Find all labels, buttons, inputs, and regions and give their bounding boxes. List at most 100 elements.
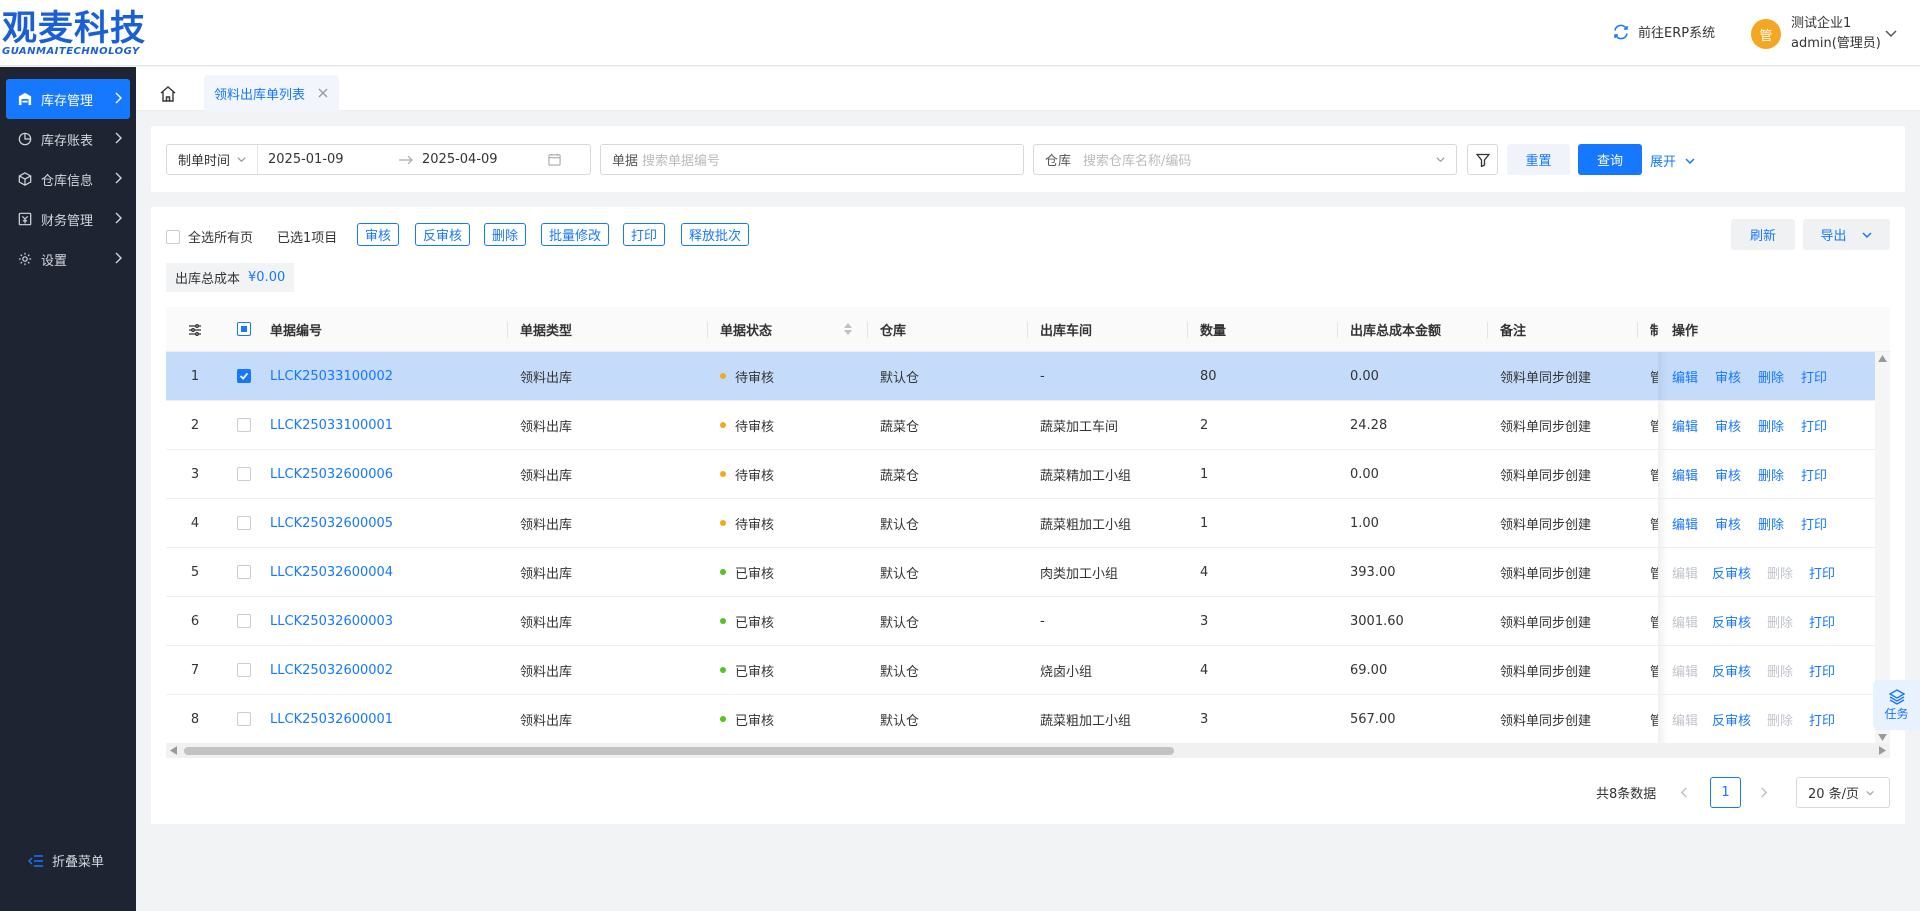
doc-number-link[interactable]: LLCK25033100002 — [270, 352, 393, 400]
batch-edit-button[interactable]: 批量修改 — [541, 223, 610, 246]
scroll-left-icon[interactable] — [170, 746, 177, 755]
column-header[interactable]: 出库车间 — [1040, 307, 1092, 351]
print-action[interactable]: 打印 — [1801, 465, 1827, 484]
table-row[interactable]: 4 LLCK25032600005 领料出库 待审核 默认仓 蔬菜粗加工小组 1… — [166, 499, 1890, 548]
column-header[interactable]: 单据类型 — [520, 307, 572, 351]
doc-number-link[interactable]: LLCK25032600006 — [270, 450, 393, 498]
go-erp-link[interactable]: 前往ERP系统 — [1612, 22, 1715, 41]
table-row[interactable]: 1 LLCK25033100002 领料出库 待审核 默认仓 - 80 0.00… — [166, 352, 1890, 401]
print-action[interactable]: 打印 — [1809, 710, 1835, 729]
approve-action[interactable]: 审核 — [1715, 514, 1741, 533]
scroll-up-icon[interactable] — [1878, 355, 1887, 362]
calendar-icon[interactable] — [548, 153, 561, 166]
doc-number-link[interactable]: LLCK25032600004 — [270, 548, 393, 596]
scroll-right-icon[interactable] — [1879, 746, 1886, 755]
horizontal-scroll-thumb[interactable] — [184, 747, 1174, 755]
sidebar-item-finance[interactable]: 财务管理 — [6, 199, 130, 239]
table-row[interactable]: 5 LLCK25032600004 领料出库 已审核 默认仓 肉类加工小组 4 … — [166, 548, 1890, 597]
doc-number-link[interactable]: LLCK25032600002 — [270, 646, 393, 694]
edit-action[interactable]: 编辑 — [1672, 514, 1698, 533]
column-header[interactable]: 备注 — [1500, 307, 1526, 351]
doc-number-link[interactable]: LLCK25032600001 — [270, 695, 393, 743]
delete-button[interactable]: 删除 — [484, 223, 527, 246]
unapprove-action[interactable]: 反审核 — [1712, 563, 1751, 582]
print-button[interactable]: 打印 — [623, 223, 666, 246]
delete-action[interactable]: 删除 — [1758, 416, 1784, 435]
column-header[interactable]: 单据状态 — [720, 307, 772, 351]
print-action[interactable]: 打印 — [1801, 416, 1827, 435]
unapprove-action[interactable]: 反审核 — [1712, 710, 1751, 729]
doc-number-link[interactable]: LLCK25033100001 — [270, 401, 393, 449]
date-end-input[interactable]: 2025-04-09 — [422, 152, 542, 167]
table-row[interactable]: 7 LLCK25032600002 领料出库 已审核 默认仓 烧卤小组 4 69… — [166, 646, 1890, 695]
row-checkbox[interactable] — [237, 369, 251, 383]
column-header[interactable]: 单据编号 — [270, 307, 322, 351]
table-row[interactable]: 6 LLCK25032600003 领料出库 已审核 默认仓 - 3 3001.… — [166, 597, 1890, 646]
approve-action[interactable]: 审核 — [1715, 465, 1741, 484]
query-button[interactable]: 查询 — [1578, 144, 1642, 175]
date-start-input[interactable]: 2025-01-09 — [268, 152, 398, 167]
delete-action[interactable]: 删除 — [1758, 367, 1784, 386]
prev-page-icon[interactable] — [1679, 787, 1690, 798]
approve-action[interactable]: 审核 — [1715, 367, 1741, 386]
refresh-button[interactable]: 刷新 — [1731, 219, 1795, 250]
warehouse-filter[interactable]: 仓库 搜索仓库名称/编码 — [1033, 144, 1457, 175]
date-type-select[interactable]: 制单时间 — [167, 145, 259, 174]
approve-button[interactable]: 审核 — [357, 223, 400, 246]
logo[interactable]: 观麦科技 GUANMAITECHNOLOGY — [2, 10, 146, 57]
sort-icon[interactable] — [843, 322, 853, 336]
sidebar-item-warehouse-info[interactable]: 仓库信息 — [6, 159, 130, 199]
select-all-pages[interactable]: 全选所有页 — [166, 227, 253, 246]
row-checkbox[interactable] — [237, 614, 251, 628]
sidebar-item-inventory[interactable]: 库存管理 — [6, 79, 130, 119]
scroll-down-icon[interactable] — [1878, 734, 1887, 741]
print-action[interactable]: 打印 — [1809, 661, 1835, 680]
chevron-down-icon[interactable] — [1884, 26, 1898, 40]
delete-action[interactable]: 删除 — [1758, 514, 1784, 533]
warehouse-search-input[interactable]: 搜索仓库名称/编码 — [1083, 150, 1435, 169]
table-row[interactable]: 8 LLCK25032600001 领料出库 已审核 默认仓 蔬菜粗加工小组 3… — [166, 695, 1890, 744]
column-header[interactable]: 数量 — [1200, 307, 1226, 351]
next-page-icon[interactable] — [1758, 787, 1769, 798]
sidebar-item-settings[interactable]: 设置 — [6, 239, 130, 279]
task-floating-button[interactable]: 任务 — [1873, 680, 1920, 730]
row-checkbox[interactable] — [237, 712, 251, 726]
user-menu[interactable]: 管 测试企业1 admin(管理员) — [1751, 14, 1881, 54]
reset-button[interactable]: 重置 — [1507, 144, 1570, 175]
horizontal-scrollbar[interactable] — [166, 743, 1890, 758]
edit-action[interactable]: 编辑 — [1672, 367, 1698, 386]
doc-number-link[interactable]: LLCK25032600005 — [270, 499, 393, 547]
close-icon[interactable] — [317, 87, 329, 99]
release-batch-button[interactable]: 释放批次 — [681, 223, 750, 246]
page-size-select[interactable]: 20 条/页 — [1796, 777, 1890, 808]
row-checkbox[interactable] — [237, 418, 251, 432]
table-row[interactable]: 2 LLCK25033100001 领料出库 待审核 蔬菜仓 蔬菜加工车间 2 … — [166, 401, 1890, 450]
doc-number-filter[interactable]: 单据 搜索单据编号 — [600, 144, 1024, 175]
column-settings-icon[interactable] — [188, 323, 202, 337]
collapse-menu-button[interactable]: 折叠菜单 — [28, 851, 104, 870]
print-action[interactable]: 打印 — [1801, 367, 1827, 386]
unapprove-button[interactable]: 反审核 — [415, 223, 471, 246]
row-checkbox[interactable] — [237, 663, 251, 677]
doc-number-link[interactable]: LLCK25032600003 — [270, 597, 393, 645]
row-checkbox[interactable] — [237, 565, 251, 579]
edit-action[interactable]: 编辑 — [1672, 465, 1698, 484]
select-all-pages-checkbox[interactable] — [166, 229, 180, 244]
table-row[interactable]: 3 LLCK25032600006 领料出库 待审核 蔬菜仓 蔬菜精加工小组 1… — [166, 450, 1890, 499]
row-checkbox[interactable] — [237, 516, 251, 530]
edit-action[interactable]: 编辑 — [1672, 416, 1698, 435]
tab-material-outbound-list[interactable]: 领料出库单列表 — [204, 75, 340, 111]
advanced-filter-button[interactable] — [1467, 144, 1498, 175]
column-header[interactable]: 出库总成本金额 — [1350, 307, 1441, 351]
expand-filters-button[interactable]: 展开 — [1650, 151, 1696, 170]
approve-action[interactable]: 审核 — [1715, 416, 1741, 435]
row-checkbox[interactable] — [237, 467, 251, 481]
unapprove-action[interactable]: 反审核 — [1712, 661, 1751, 680]
export-button[interactable]: 导出 — [1803, 219, 1890, 250]
doc-search-input[interactable]: 搜索单据编号 — [642, 150, 720, 169]
column-header[interactable]: 制 — [1650, 307, 1658, 351]
select-all-checkbox[interactable] — [237, 322, 251, 336]
print-action[interactable]: 打印 — [1809, 612, 1835, 631]
sidebar-item-reports[interactable]: 库存账表 — [6, 119, 130, 159]
unapprove-action[interactable]: 反审核 — [1712, 612, 1751, 631]
